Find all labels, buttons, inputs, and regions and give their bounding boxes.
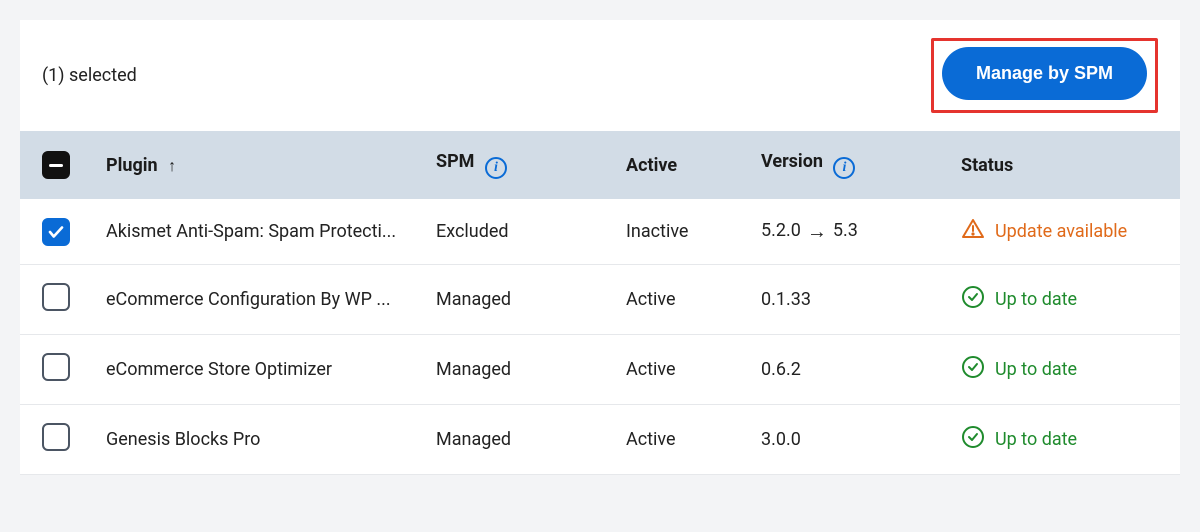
status-text: Up to date xyxy=(995,359,1077,380)
col-active-label: Active xyxy=(626,155,677,176)
table-header-row: Plugin ↑ SPM i Active Version i Status xyxy=(20,131,1180,199)
check-circle-icon xyxy=(961,355,985,384)
spm-value: Managed xyxy=(422,335,612,405)
row-checkbox[interactable] xyxy=(42,283,70,311)
spm-value: Excluded xyxy=(422,199,612,265)
active-value: Active xyxy=(612,405,747,475)
status-badge: Up to date xyxy=(961,425,1166,454)
col-status-label: Status xyxy=(961,155,1013,176)
info-icon[interactable]: i xyxy=(485,157,507,179)
select-all-checkbox[interactable] xyxy=(42,151,70,179)
info-icon[interactable]: i xyxy=(833,157,855,179)
version-from: 3.0.0 xyxy=(761,429,801,450)
version-to: 5.3 xyxy=(833,220,858,241)
version-value: 0.6.2 xyxy=(747,335,947,405)
col-status-header[interactable]: Status xyxy=(947,131,1180,199)
row-checkbox[interactable] xyxy=(42,423,70,451)
arrow-right-icon: → xyxy=(807,219,827,243)
plugin-name: eCommerce Store Optimizer xyxy=(106,359,332,380)
manage-by-spm-button[interactable]: Manage by SPM xyxy=(942,47,1147,100)
row-checkbox[interactable] xyxy=(42,353,70,381)
version-value: 5.2.0 → 5.3 xyxy=(747,199,947,265)
col-plugin-header[interactable]: Plugin ↑ xyxy=(92,131,422,199)
active-value: Active xyxy=(612,335,747,405)
table-row: eCommerce Configuration By WP ... Managed… xyxy=(20,265,1180,335)
status-text: Update available xyxy=(995,221,1127,242)
active-value: Active xyxy=(612,265,747,335)
plugin-name: eCommerce Configuration By WP ... xyxy=(106,289,391,310)
alert-triangle-icon xyxy=(961,217,985,246)
status-text: Up to date xyxy=(995,429,1077,450)
status-badge: Update available xyxy=(961,217,1166,246)
version-from: 0.1.33 xyxy=(761,289,811,310)
table-row: Akismet Anti-Spam: Spam Protecti... Exclu… xyxy=(20,199,1180,265)
status-badge: Up to date xyxy=(961,285,1166,314)
version-from: 0.6.2 xyxy=(761,359,801,380)
table-row: Genesis Blocks Pro ManagedActive 3.0.0 Up t… xyxy=(20,405,1180,475)
spm-value: Managed xyxy=(422,265,612,335)
version-value: 0.1.33 xyxy=(747,265,947,335)
col-version-header[interactable]: Version i xyxy=(747,131,947,199)
col-plugin-label: Plugin xyxy=(106,155,158,176)
version-from: 5.2.0 xyxy=(761,220,801,241)
col-spm-header[interactable]: SPM i xyxy=(422,131,612,199)
highlight-annotation: Manage by SPM xyxy=(931,38,1158,113)
selection-count: (1) selected xyxy=(42,65,137,86)
col-version-label: Version xyxy=(761,151,823,172)
plugin-name: Genesis Blocks Pro xyxy=(106,429,260,450)
status-badge: Up to date xyxy=(961,355,1166,384)
plugins-table: Plugin ↑ SPM i Active Version i Status xyxy=(20,131,1180,475)
check-circle-icon xyxy=(961,285,985,314)
status-text: Up to date xyxy=(995,289,1077,310)
sort-ascending-icon: ↑ xyxy=(168,156,176,175)
col-active-header[interactable]: Active xyxy=(612,131,747,199)
row-checkbox[interactable] xyxy=(42,218,70,246)
spm-value: Managed xyxy=(422,405,612,475)
version-value: 3.0.0 xyxy=(747,405,947,475)
table-row: eCommerce Store Optimizer ManagedActive 0.… xyxy=(20,335,1180,405)
check-circle-icon xyxy=(961,425,985,454)
topbar: (1) selected Manage by SPM xyxy=(20,20,1180,131)
plugin-name: Akismet Anti-Spam: Spam Protecti... xyxy=(106,221,396,242)
col-spm-label: SPM xyxy=(436,151,474,172)
active-value: Inactive xyxy=(612,199,747,265)
